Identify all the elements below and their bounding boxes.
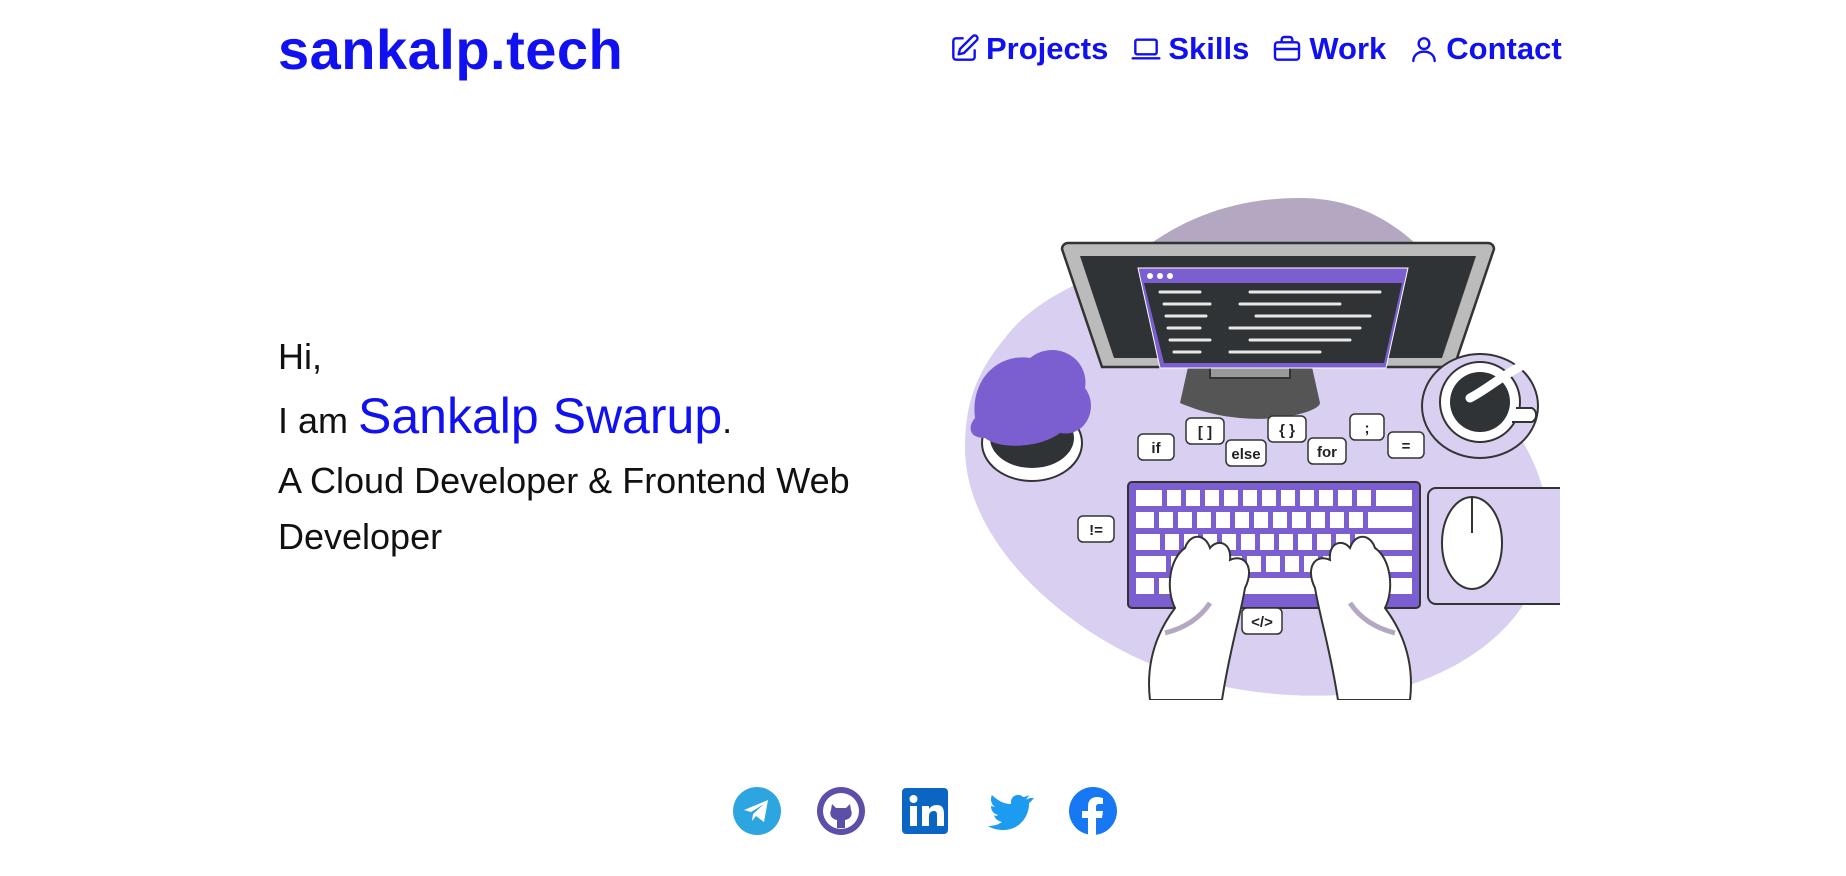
site-logo[interactable]: sankalp.tech — [278, 14, 623, 86]
bubble-equals-text: = — [1402, 438, 1411, 455]
cup-handle — [1512, 407, 1538, 423]
telegram-icon — [733, 787, 781, 835]
bubble-tag: </> — [1241, 607, 1283, 635]
social-links — [732, 786, 1118, 836]
nav-skills[interactable]: Skills — [1130, 26, 1249, 72]
greeting: Hi, — [278, 336, 322, 377]
intro-prefix: I am — [278, 400, 359, 441]
bubble-not-equal-text: != — [1089, 522, 1103, 539]
bubble-else: else — [1225, 439, 1267, 467]
window-dot — [1147, 273, 1153, 279]
bubble-if-text: if — [1151, 440, 1161, 457]
facebook-link[interactable] — [1068, 786, 1118, 836]
main-nav: Projects Skills Work Contact — [948, 26, 1562, 72]
pencil-square-icon — [952, 34, 979, 61]
briefcase-icon — [1274, 35, 1301, 61]
bubble-semicolon-text: ; — [1365, 420, 1370, 437]
linkedin-icon — [902, 788, 948, 834]
nav-work-label: Work — [1309, 31, 1387, 66]
bubble-tag-text: </> — [1251, 614, 1273, 631]
bubble-for-text: for — [1317, 444, 1337, 461]
nav-work[interactable]: Work — [1271, 26, 1386, 72]
role-title: A Cloud Developer & Frontend Web Develop… — [278, 460, 850, 557]
nav-skills-label: Skills — [1168, 31, 1250, 66]
developer-illustration: if [ ] else { } for ; = != </> — [965, 198, 1560, 700]
laptop-icon — [1131, 38, 1161, 60]
bubble-braces: { } — [1267, 415, 1307, 443]
github-icon — [817, 787, 865, 835]
intro-line: I am Sankalp Swarup. — [278, 384, 958, 453]
bubble-equals: = — [1387, 431, 1425, 459]
bubble-brackets-text: [ ] — [1198, 424, 1212, 441]
facebook-icon — [1069, 787, 1117, 835]
window-dot — [1167, 273, 1173, 279]
nav-contact[interactable]: Contact — [1408, 26, 1562, 72]
twitter-link[interactable] — [984, 786, 1034, 836]
nav-projects-label: Projects — [986, 31, 1109, 66]
telegram-link[interactable] — [732, 786, 782, 836]
bubble-if: if — [1137, 433, 1175, 461]
bubble-braces-text: { } — [1279, 422, 1295, 439]
bubble-brackets: [ ] — [1185, 417, 1225, 445]
name-period: . — [722, 400, 733, 441]
github-link[interactable] — [816, 786, 866, 836]
bubble-for: for — [1307, 437, 1347, 465]
twitter-icon — [988, 794, 1034, 830]
nav-projects[interactable]: Projects — [948, 26, 1108, 72]
hero-name: Sankalp Swarup — [358, 388, 723, 444]
bubble-not-equal: != — [1077, 515, 1115, 543]
nav-contact-label: Contact — [1446, 31, 1562, 66]
bubble-semicolon: ; — [1349, 413, 1385, 441]
bubble-else-text: else — [1231, 446, 1260, 463]
window-dot — [1157, 273, 1163, 279]
linkedin-link[interactable] — [900, 786, 950, 836]
hero-intro: Hi, I am Sankalp Swarup. A Cloud Develop… — [278, 330, 958, 565]
person-icon — [1412, 37, 1437, 63]
